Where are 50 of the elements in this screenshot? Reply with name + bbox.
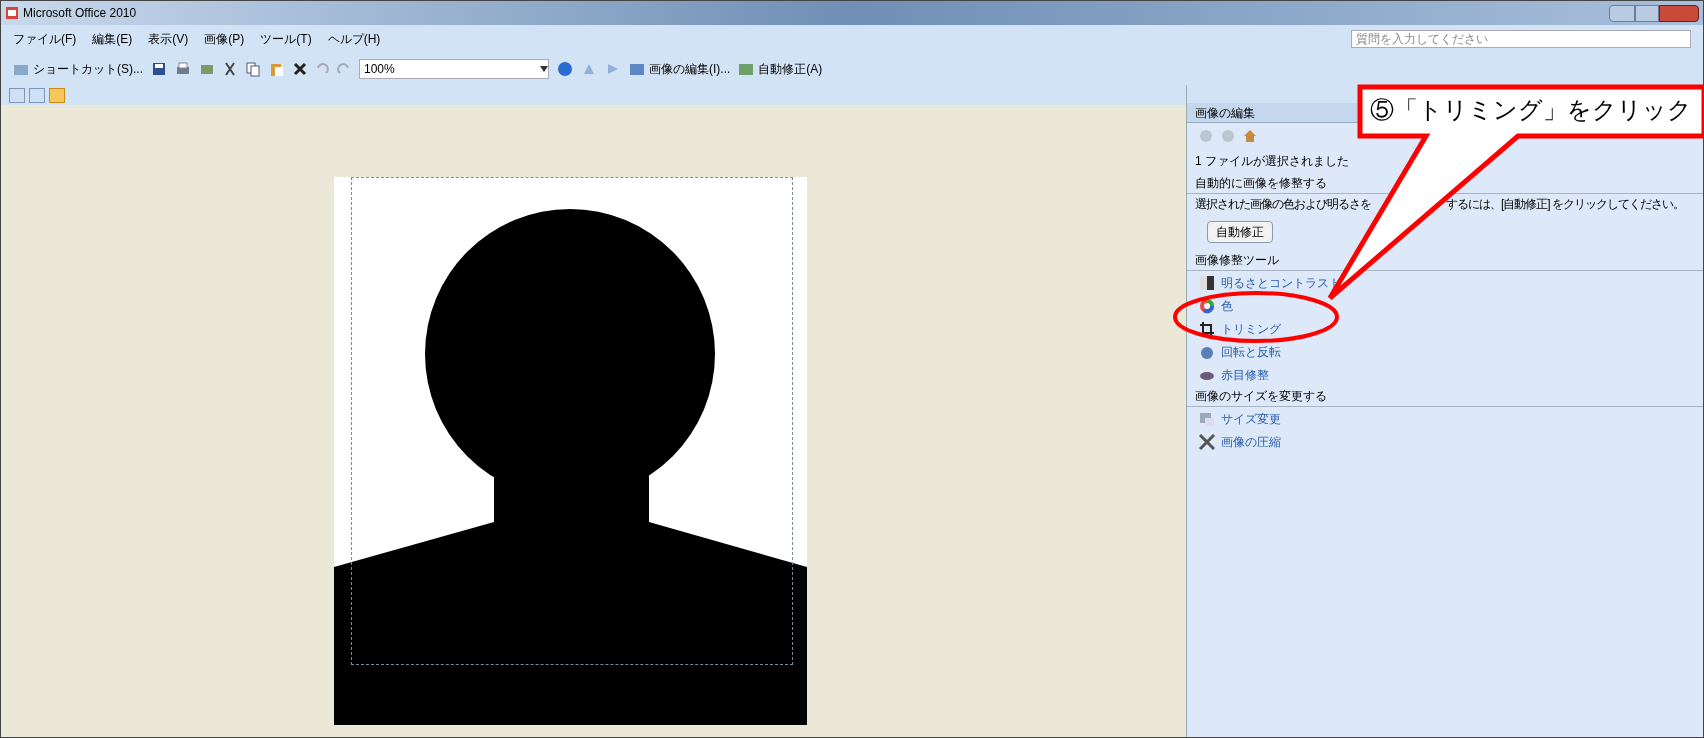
menu-item[interactable]: ファイル(F)	[13, 30, 77, 48]
edit-picture-button[interactable]: 画像の編集(I)...	[629, 60, 731, 78]
minimize-button[interactable]	[1609, 4, 1635, 22]
description-text: するには、[自動修正] をクリックしてください。	[1446, 196, 1684, 213]
app-icon	[5, 6, 19, 20]
close-button[interactable]	[1659, 4, 1699, 22]
print-icon[interactable]	[175, 61, 191, 77]
delete-icon[interactable]	[293, 62, 307, 76]
view-button[interactable]	[9, 87, 25, 103]
auto-correct-button[interactable]: 自動修正	[1207, 221, 1273, 243]
tool-link[interactable]: 画像の圧縮	[1221, 432, 1281, 451]
view-button[interactable]	[49, 87, 65, 103]
section-heading: 画像修整ツール	[1195, 252, 1279, 269]
help-search-field[interactable]: 質問を入力してください	[1351, 30, 1691, 48]
home-icon[interactable]	[1243, 129, 1257, 143]
pane-title: 画像の編集	[1195, 104, 1255, 122]
undo-icon[interactable]	[315, 62, 329, 76]
save-icon[interactable]	[151, 61, 167, 77]
redo-icon[interactable]	[337, 62, 351, 76]
menu-item[interactable]: 表示(V)	[148, 30, 189, 48]
shortcut-button[interactable]: ショートカット(S)...	[13, 60, 143, 78]
brightness-icon	[1199, 274, 1215, 291]
auto-correct-button[interactable]: 自動修正(A)	[738, 60, 823, 78]
color-wheel-icon	[1199, 297, 1215, 314]
cut-icon[interactable]	[223, 61, 237, 77]
maximize-button[interactable]	[1635, 4, 1659, 22]
menu-item[interactable]: ヘルプ(H)	[327, 30, 381, 48]
menu-item[interactable]: ツール(T)	[260, 30, 312, 48]
tool-link[interactable]: トリミング	[1221, 319, 1281, 338]
caret-icon	[540, 66, 548, 72]
window-title: Microsoft Office 2010	[23, 5, 137, 22]
selection-frame[interactable]	[351, 177, 793, 665]
tool-link[interactable]: 赤目修整	[1221, 365, 1269, 384]
tool-link[interactable]: サイズ変更	[1221, 409, 1281, 428]
compress-icon	[1199, 433, 1215, 450]
status-text: 1 ファイルが選択されました	[1195, 153, 1349, 170]
section-heading: 画像のサイズを変更する	[1195, 388, 1327, 405]
tool-link[interactable]: 色	[1221, 296, 1233, 315]
menu-item[interactable]: 画像(P)	[204, 30, 245, 48]
zoom-combo[interactable]: 100%	[359, 59, 549, 79]
resize-icon	[1199, 410, 1215, 427]
section-heading: 自動的に画像を修整する	[1195, 175, 1327, 192]
menu-item[interactable]: 編集(E)	[92, 30, 133, 48]
tool-link[interactable]: 回転と反転	[1221, 342, 1281, 361]
callout-text: ⑤「トリミング」をクリック	[1370, 95, 1692, 125]
description-text: 選択された画像の色および明るさを	[1195, 196, 1371, 213]
paste-icon[interactable]	[269, 61, 285, 77]
crop-icon	[1199, 320, 1215, 337]
view-button[interactable]	[29, 87, 45, 103]
copy-icon[interactable]	[245, 61, 261, 77]
